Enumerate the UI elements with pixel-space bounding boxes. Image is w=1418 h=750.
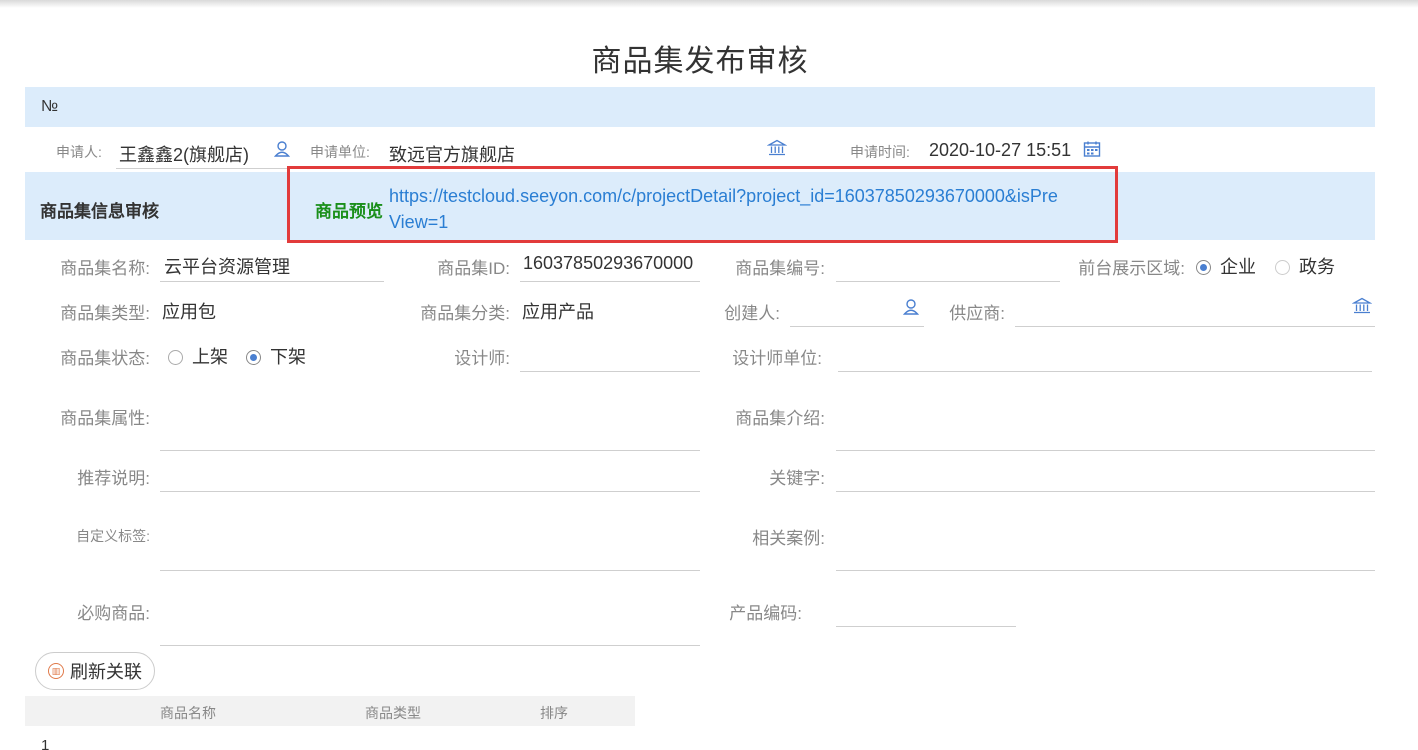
status-option-online[interactable]: 上架	[168, 343, 228, 369]
unit-field[interactable]: 致远官方旗舰店	[386, 136, 792, 169]
code-label: 商品集编号:	[735, 259, 825, 278]
section-title: 商品集信息审核	[40, 202, 159, 221]
page-title: 商品集发布审核	[591, 45, 809, 78]
unit-value: 致远官方旗舰店	[389, 145, 515, 165]
user-icon[interactable]	[903, 298, 919, 316]
region-option-government[interactable]: 政务	[1275, 253, 1335, 279]
status-option-label: 上架	[192, 347, 229, 367]
column-header: 商品类型	[365, 705, 421, 721]
row-index: 1	[41, 737, 50, 750]
institution-icon[interactable]	[767, 139, 787, 157]
case-field[interactable]	[836, 500, 1375, 571]
attr-label: 商品集属性:	[60, 409, 150, 428]
status-label: 商品集状态:	[60, 349, 150, 368]
product-code-field[interactable]	[836, 591, 1016, 627]
calendar-icon[interactable]	[1083, 140, 1101, 158]
recommend-field[interactable]	[160, 456, 700, 492]
custom-tag-field[interactable]	[160, 500, 700, 571]
applicant-value: 王鑫鑫2(旗舰店)	[119, 145, 249, 165]
unit-label: 申请单位:	[310, 144, 370, 160]
id-label: 商品集ID:	[437, 259, 510, 278]
intro-field[interactable]	[836, 380, 1375, 451]
recommend-label: 推荐说明:	[77, 469, 150, 488]
number-label: №	[41, 98, 59, 115]
creator-label: 创建人:	[724, 304, 780, 323]
institution-icon[interactable]	[1352, 297, 1372, 315]
product-code-label: 产品编码:	[729, 604, 802, 623]
radio-unchecked-icon	[1275, 260, 1290, 275]
code-field[interactable]	[836, 246, 1060, 282]
radio-checked-icon	[246, 350, 261, 365]
category-label: 商品集分类:	[420, 304, 510, 323]
applicant-field[interactable]: 王鑫鑫2(旗舰店)	[116, 136, 296, 169]
custom-tag-label: 自定义标签:	[76, 528, 150, 544]
column-header: 商品名称	[160, 705, 216, 721]
intro-label: 商品集介绍:	[735, 409, 825, 428]
radio-checked-icon	[1196, 260, 1211, 275]
required-label: 必购商品:	[77, 604, 150, 623]
status-option-offline[interactable]: 下架	[246, 343, 306, 369]
supplier-field[interactable]	[1015, 291, 1375, 327]
user-icon[interactable]	[274, 140, 290, 158]
applicant-label: 申请人:	[56, 144, 102, 160]
designer-unit-label: 设计师单位:	[732, 349, 822, 368]
category-value: 应用产品	[522, 302, 594, 322]
radio-unchecked-icon	[168, 350, 183, 365]
number-bar: №	[25, 87, 1375, 127]
highlight-box	[287, 166, 1118, 243]
time-value: 2020-10-27 15:51	[929, 140, 1072, 160]
refresh-icon: ▥	[48, 663, 64, 679]
name-value: 云平台资源管理	[164, 257, 290, 277]
status-option-label: 下架	[270, 347, 307, 367]
designer-unit-field[interactable]	[838, 336, 1372, 372]
table-header: 商品名称 商品类型 排序	[25, 696, 635, 726]
region-option-label: 政务	[1299, 257, 1336, 277]
column-header: 排序	[540, 705, 568, 721]
region-option-label: 企业	[1220, 257, 1257, 277]
type-label: 商品集类型:	[60, 304, 150, 323]
top-shadow	[0, 0, 1418, 8]
id-field[interactable]: 16037850293670000	[520, 246, 700, 282]
region-option-enterprise[interactable]: 企业	[1196, 253, 1256, 279]
designer-label: 设计师:	[454, 349, 510, 368]
time-field[interactable]: 2020-10-27 15:51	[926, 136, 1116, 169]
keyword-field[interactable]	[836, 456, 1375, 492]
time-label: 申请时间:	[850, 144, 910, 160]
attr-field[interactable]	[160, 380, 700, 451]
refresh-association-button[interactable]: ▥ 刷新关联	[35, 652, 155, 690]
creator-field[interactable]	[790, 291, 924, 327]
designer-field[interactable]	[520, 336, 700, 372]
keyword-label: 关键字:	[769, 469, 825, 488]
case-label: 相关案例:	[752, 529, 825, 548]
name-field[interactable]: 云平台资源管理	[160, 246, 384, 282]
type-value: 应用包	[162, 302, 216, 322]
id-value: 16037850293670000	[523, 253, 694, 273]
refresh-label: 刷新关联	[70, 662, 142, 682]
required-field[interactable]	[160, 576, 700, 646]
name-label: 商品集名称:	[60, 259, 150, 278]
region-label: 前台展示区域:	[1078, 259, 1185, 278]
table-row[interactable]: 1	[25, 732, 635, 750]
supplier-label: 供应商:	[949, 304, 1005, 323]
